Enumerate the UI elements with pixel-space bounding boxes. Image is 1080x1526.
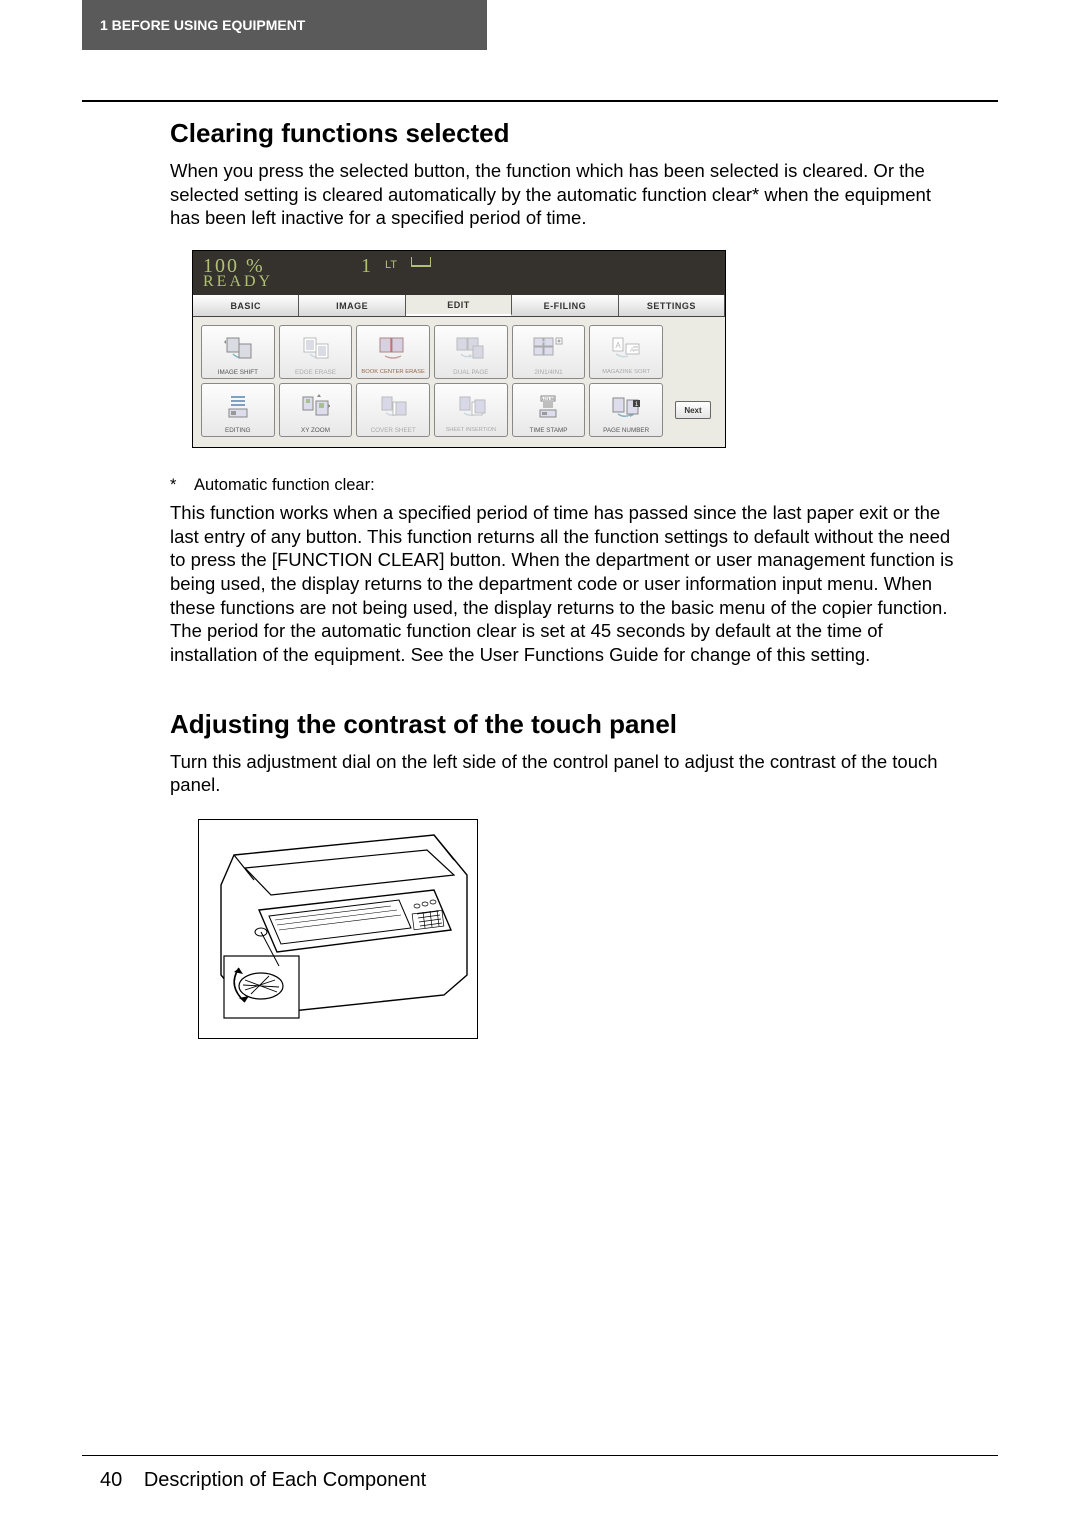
tray-icon	[411, 257, 431, 267]
lcd-copy-count: 1	[361, 255, 371, 278]
btn-label: IMAGE SHIFT	[218, 370, 258, 376]
btn-editing[interactable]: EDITING	[201, 383, 275, 437]
btn-label: TIME STAMP	[529, 428, 567, 434]
lcd-status: READY	[203, 273, 273, 291]
lcd-tabs: BASIC IMAGE EDIT E-FILING SETTINGS	[193, 295, 725, 317]
btn-image-shift[interactable]: IMAGE SHIFT	[201, 325, 275, 379]
lcd-button-grid: IMAGE SHIFT EDGE ERASE BOOK CENTER ERASE…	[193, 317, 725, 447]
tab-edit[interactable]: EDIT	[406, 295, 512, 316]
chapter-header: 1 BEFORE USING EQUIPMENT	[82, 0, 487, 50]
btn-2in1-4in1[interactable]: 2IN1/4IN1	[512, 325, 586, 379]
btn-label: EDITING	[225, 428, 251, 434]
btn-label: DUAL PAGE	[453, 370, 488, 376]
edge-erase-icon	[280, 326, 352, 370]
btn-next[interactable]: Next	[675, 401, 711, 419]
cover-sheet-icon	[357, 384, 429, 428]
section-title-contrast: Adjusting the contrast of the touch pane…	[170, 709, 960, 740]
lcd-paper-size: LT	[385, 259, 397, 271]
section-title-clearing: Clearing functions selected	[170, 118, 960, 149]
btn-label: MAGAZINE SORT	[602, 370, 650, 376]
footnote-star: *	[170, 476, 194, 495]
btn-label: COVER SHEET	[371, 428, 416, 434]
footer-title: Description of Each Component	[144, 1469, 426, 1491]
btn-xy-zoom[interactable]: XY ZOOM	[279, 383, 353, 437]
svg-text:1274 58: 1274 58	[542, 397, 555, 401]
editing-icon	[202, 384, 274, 428]
btn-label: 2IN1/4IN1	[534, 370, 562, 376]
chapter-label: 1 BEFORE USING EQUIPMENT	[100, 17, 305, 33]
btn-cover-sheet[interactable]: COVER SHEET	[356, 383, 430, 437]
btn-dual-page[interactable]: DUAL PAGE	[434, 325, 508, 379]
time-stamp-icon: 1274 58	[513, 384, 585, 428]
top-horizontal-rule	[82, 100, 998, 102]
section2-intro: Turn this adjustment dial on the left si…	[170, 750, 960, 797]
tab-basic[interactable]: BASIC	[193, 295, 299, 316]
footnote-text: This function works when a specified per…	[170, 501, 960, 667]
btn-label: PAGE NUMBER	[603, 428, 649, 434]
next-cell: Next	[665, 381, 721, 439]
magazine-sort-icon: AA	[590, 326, 662, 370]
svg-text:A: A	[615, 341, 621, 350]
bottom-horizontal-rule	[82, 1455, 998, 1457]
footnote-header: * Automatic function clear:	[170, 476, 960, 495]
btn-sheet-insertion[interactable]: SHEET INSERTION	[434, 383, 508, 437]
btn-magazine-sort[interactable]: AA MAGAZINE SORT	[589, 325, 663, 379]
btn-edge-erase[interactable]: EDGE ERASE	[279, 325, 353, 379]
book-center-erase-icon	[357, 326, 429, 370]
sheet-insertion-icon	[435, 384, 507, 428]
lcd-status-bar: 100 % READY 1 LT	[193, 251, 725, 295]
page-number: 40	[100, 1469, 122, 1491]
dual-page-icon	[435, 326, 507, 370]
btn-label: BOOK CENTER ERASE	[361, 370, 424, 376]
btn-label: SHEET INSERTION	[446, 428, 496, 434]
section1-intro: When you press the selected button, the …	[170, 159, 960, 230]
tab-settings[interactable]: SETTINGS	[619, 295, 725, 316]
page-number-icon: 1	[590, 384, 662, 428]
tab-efiling[interactable]: E-FILING	[512, 295, 618, 316]
svg-text:A: A	[630, 348, 634, 354]
nin1-icon	[513, 326, 585, 370]
control-panel-illustration	[198, 819, 478, 1039]
btn-page-number[interactable]: 1 PAGE NUMBER	[589, 383, 663, 437]
page-footer: 40 Description of Each Component	[100, 1469, 426, 1492]
image-shift-icon	[202, 326, 274, 370]
btn-label: EDGE ERASE	[295, 370, 336, 376]
btn-time-stamp[interactable]: 1274 58 TIME STAMP	[512, 383, 586, 437]
footnote-label: Automatic function clear:	[194, 476, 375, 495]
spacer-r1	[665, 323, 721, 381]
btn-label: XY ZOOM	[301, 428, 330, 434]
xy-zoom-icon	[280, 384, 352, 428]
lcd-panel-screenshot: 100 % READY 1 LT BASIC IMAGE EDIT E-FILI…	[192, 250, 726, 448]
tab-image[interactable]: IMAGE	[299, 295, 405, 316]
btn-book-center-erase[interactable]: BOOK CENTER ERASE	[356, 325, 430, 379]
